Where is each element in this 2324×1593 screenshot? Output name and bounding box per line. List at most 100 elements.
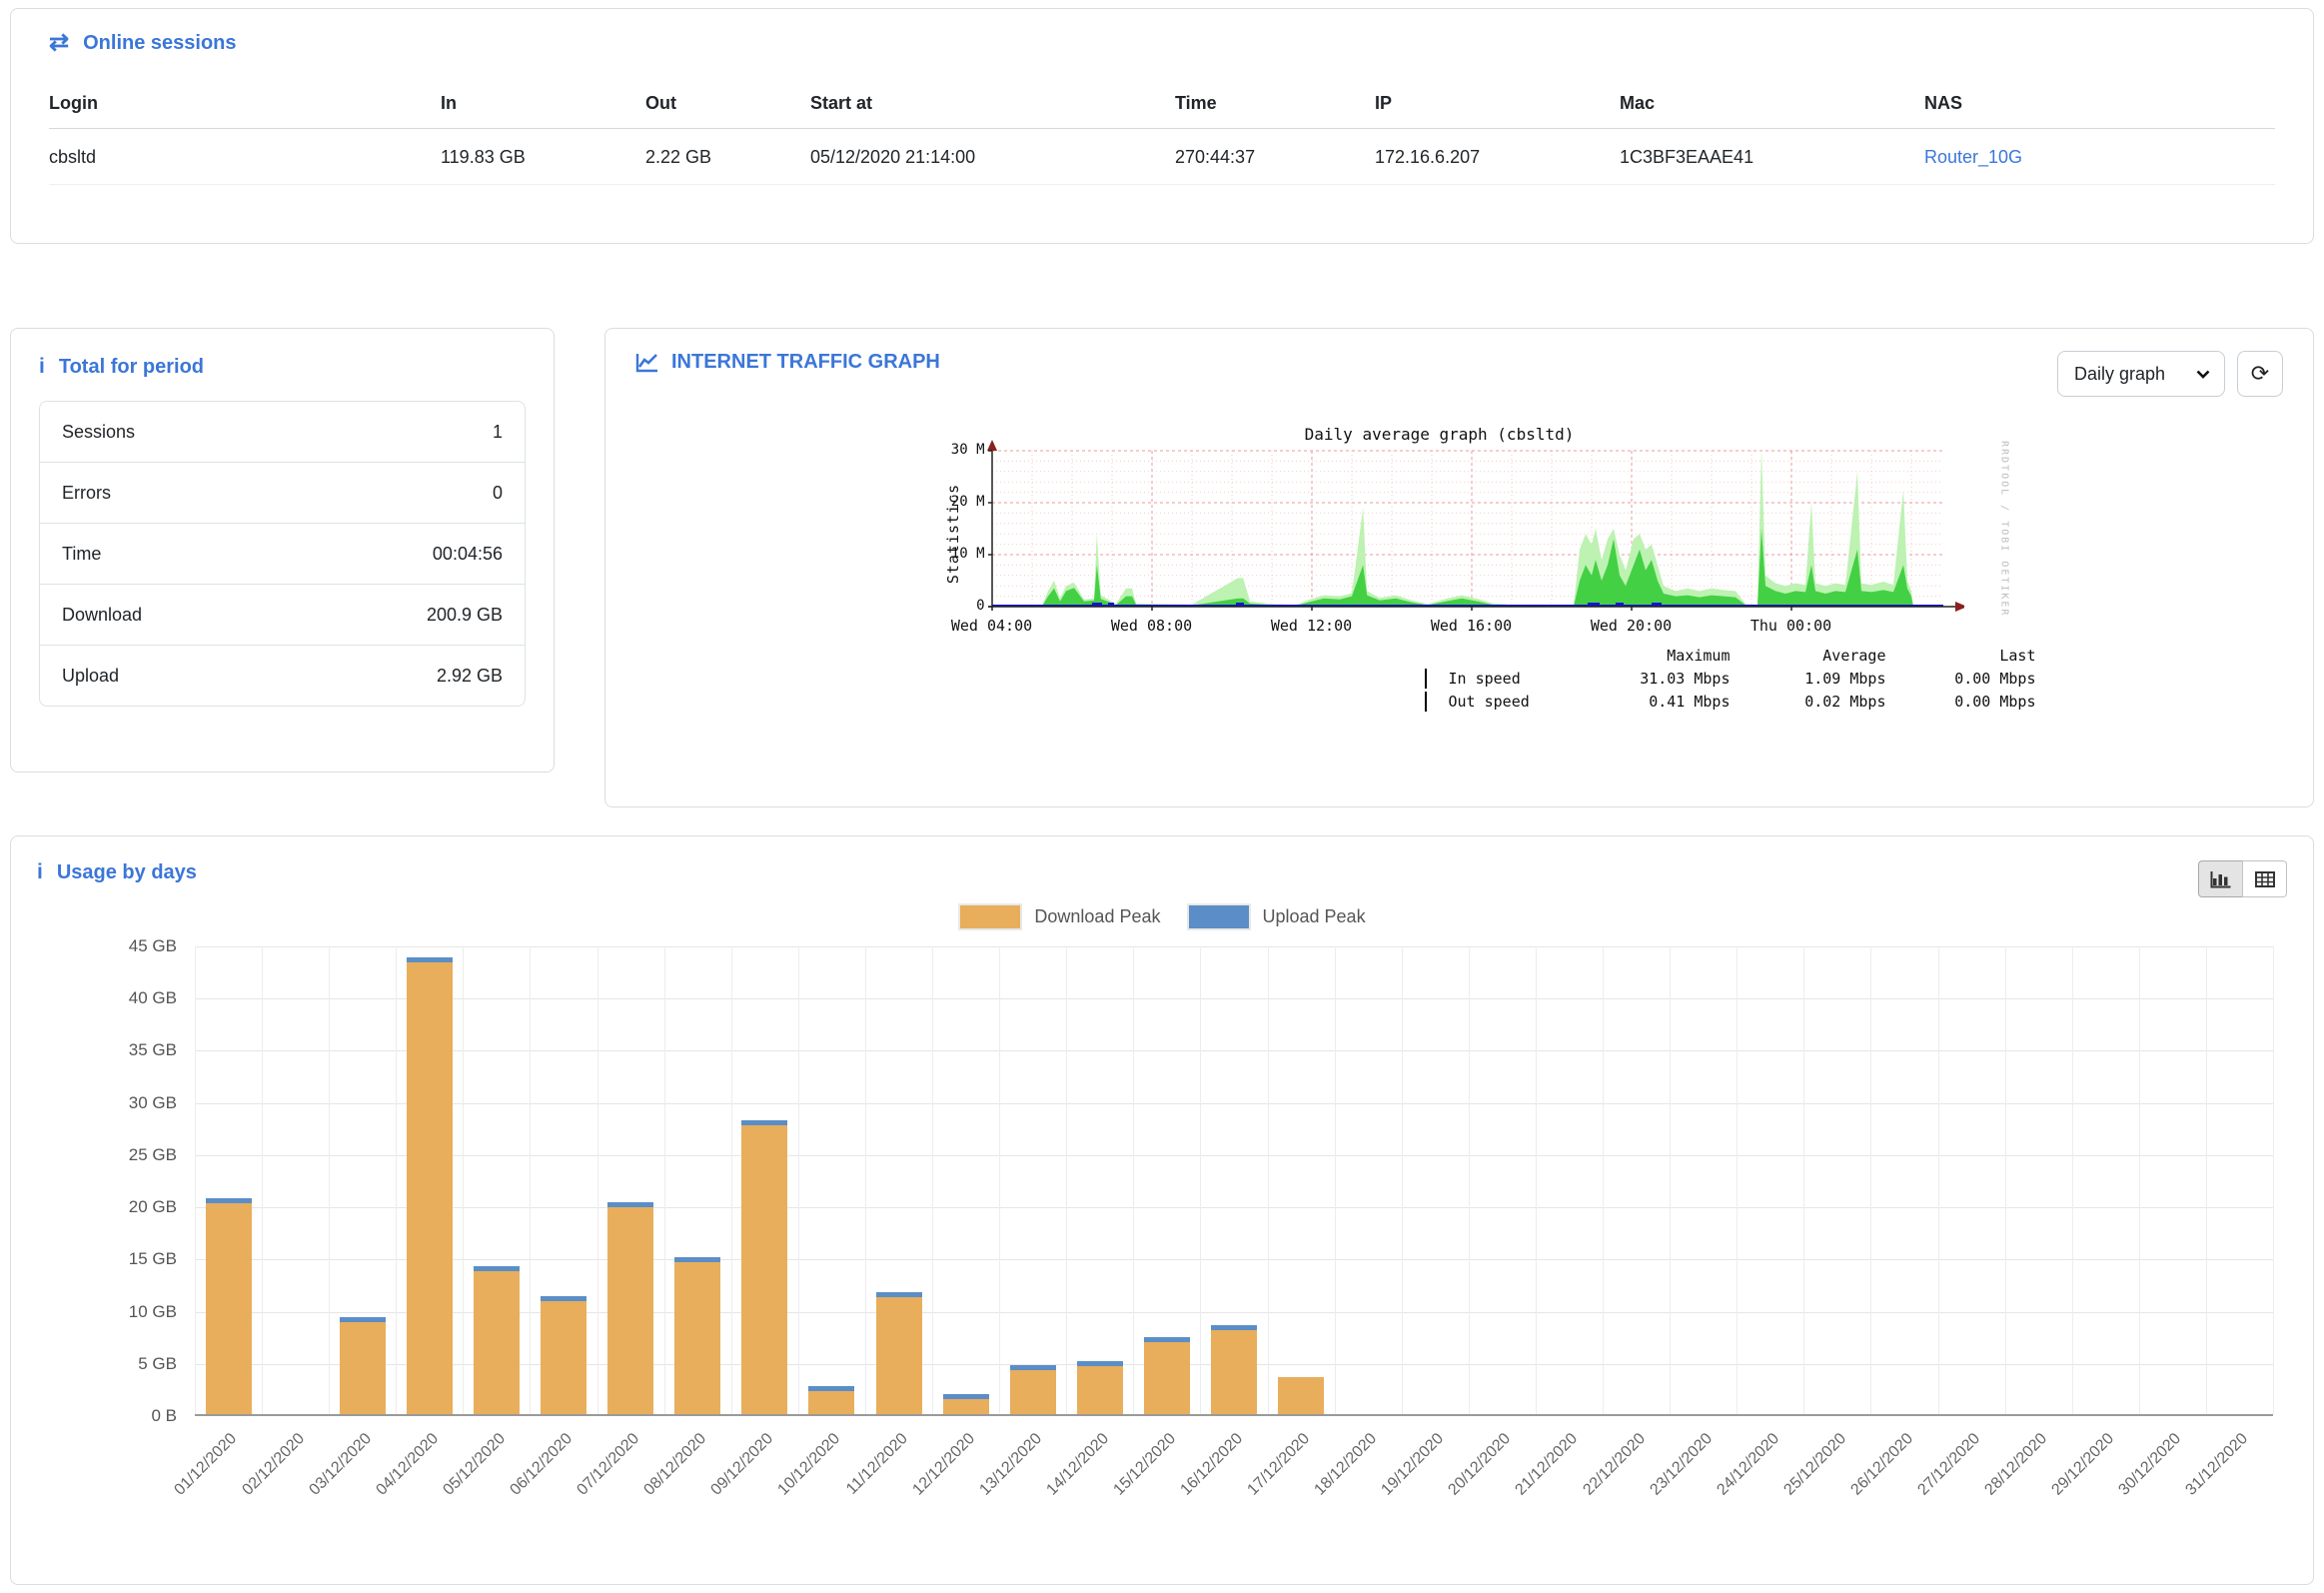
refresh-button[interactable]: ⟳ [2237, 351, 2283, 397]
usage-ytick: 20 GB [37, 1197, 177, 1217]
bar-07/12/2020[interactable] [607, 1202, 653, 1414]
bar-slot: 07/12/2020 [597, 946, 664, 1414]
stat-label: Sessions [62, 422, 135, 443]
cell-in: 119.83 GB [441, 129, 645, 185]
usage-xtick: 25/12/2020 [1780, 1430, 1849, 1499]
bar-15/12/2020[interactable] [1144, 1337, 1190, 1414]
total-for-period-header: i Total for period [39, 355, 526, 379]
total-for-period-title: Total for period [59, 356, 204, 379]
chart-view-button[interactable] [2198, 860, 2243, 897]
mrtg-plot [965, 439, 1964, 625]
legend-out-speed-label: Out speed [1449, 691, 1569, 714]
bar-16/12/2020[interactable] [1211, 1325, 1257, 1414]
bar-13/12/2020[interactable] [1010, 1365, 1056, 1414]
usage-ytick: 5 GB [37, 1354, 177, 1374]
bar-11/12/2020[interactable] [876, 1292, 922, 1414]
bar-03/12/2020[interactable] [340, 1317, 386, 1414]
cell-login: cbsltd [49, 129, 441, 185]
usage-by-days-panel: i Usage by days [10, 835, 2314, 1585]
usage-xtick: 19/12/2020 [1379, 1430, 1448, 1499]
bar-08/12/2020[interactable] [674, 1257, 720, 1414]
download-segment [1010, 1370, 1056, 1414]
cell-mac: 1C3BF3EAAE41 [1620, 129, 1924, 185]
col-start-at: Start at [810, 85, 1175, 129]
bar-slot: 27/12/2020 [1938, 946, 2005, 1414]
upload-peak-swatch [1187, 903, 1251, 930]
stat-row-download: Download 200.9 GB [39, 584, 526, 646]
usage-xtick: 28/12/2020 [1982, 1430, 2051, 1499]
usage-ytick: 10 GB [37, 1302, 177, 1322]
download-segment [943, 1399, 989, 1414]
mrtg-ytick: 10 M [931, 546, 985, 562]
bar-slot: 06/12/2020 [530, 946, 596, 1414]
download-segment [674, 1262, 720, 1414]
bar-slot: 14/12/2020 [1066, 946, 1133, 1414]
out-speed-last: 0.00 Mbps [1886, 691, 2036, 714]
usage-xtick: 21/12/2020 [1513, 1430, 1582, 1499]
upload-peak-label: Upload Peak [1263, 906, 1366, 927]
bar-10/12/2020[interactable] [808, 1386, 854, 1415]
bar-slot: 29/12/2020 [2072, 946, 2139, 1414]
usage-ytick: 30 GB [37, 1093, 177, 1113]
bar-04/12/2020[interactable] [407, 957, 453, 1414]
graph-period-select[interactable]: Daily graph [2057, 351, 2225, 397]
bar-14/12/2020[interactable] [1077, 1361, 1123, 1414]
usage-xtick: 23/12/2020 [1647, 1430, 1716, 1499]
cell-ip: 172.16.6.207 [1375, 129, 1620, 185]
bar-slot: 21/12/2020 [1536, 946, 1603, 1414]
bar-slot: 17/12/2020 [1268, 946, 1335, 1414]
usage-vgrid [2273, 946, 2274, 1414]
bar-slot: 10/12/2020 [798, 946, 865, 1414]
stat-row-sessions: Sessions 1 [39, 401, 526, 463]
bar-06/12/2020[interactable] [541, 1296, 586, 1414]
mrtg-xtick: Thu 00:00 [1750, 617, 1831, 635]
usage-xtick: 07/12/2020 [575, 1430, 643, 1499]
usage-xtick: 10/12/2020 [775, 1430, 844, 1499]
info-icon: i [39, 355, 45, 379]
in-speed-maximum: 31.03 Mbps [1569, 668, 1731, 691]
mrtg-xtick: Wed 20:00 [1591, 617, 1672, 635]
bar-12/12/2020[interactable] [943, 1394, 989, 1414]
usage-ytick: 40 GB [37, 988, 177, 1008]
mrtg-graph: Daily average graph (cbsltd) Statistics … [905, 425, 2014, 740]
bar-slot: 13/12/2020 [999, 946, 1066, 1414]
usage-title-wrap: i Usage by days [37, 860, 197, 884]
col-mac: Mac [1620, 85, 1924, 129]
table-icon [2254, 870, 2276, 888]
bar-17/12/2020[interactable] [1278, 1377, 1324, 1414]
bar-slot: 11/12/2020 [865, 946, 932, 1414]
bar-09/12/2020[interactable] [741, 1120, 787, 1414]
bar-01/12/2020[interactable] [206, 1198, 252, 1414]
usage-xtick: 04/12/2020 [373, 1430, 442, 1499]
nas-link[interactable]: Router_10G [1924, 147, 2022, 167]
bar-slot: 16/12/2020 [1200, 946, 1267, 1414]
view-toggle-group [2198, 860, 2287, 897]
bar-slot: 03/12/2020 [329, 946, 396, 1414]
download-segment [808, 1391, 854, 1415]
internet-traffic-graph-panel: INTERNET TRAFFIC GRAPH Daily graph ⟳ Dai… [604, 328, 2314, 807]
usage-xtick: 02/12/2020 [239, 1430, 308, 1499]
table-view-button[interactable] [2242, 860, 2287, 897]
stat-label: Time [62, 544, 101, 565]
bar-05/12/2020[interactable] [474, 1266, 520, 1414]
bar-slot: 20/12/2020 [1469, 946, 1536, 1414]
usage-title: Usage by days [57, 861, 197, 884]
bar-slot: 01/12/2020 [195, 946, 262, 1414]
bar-slot: 05/12/2020 [463, 946, 530, 1414]
out-speed-maximum: 0.41 Mbps [1569, 691, 1731, 714]
mrtg-svg [965, 439, 1964, 621]
col-login: Login [49, 85, 441, 129]
stat-value: 0 [493, 483, 503, 504]
online-sessions-title: Online sessions [83, 32, 236, 55]
usage-xtick: 17/12/2020 [1244, 1430, 1313, 1499]
stat-value: 200.9 GB [427, 605, 503, 626]
col-in: In [441, 85, 645, 129]
middle-row: i Total for period Sessions 1 Errors 0 T… [10, 328, 2314, 807]
mrtg-xtick: Wed 08:00 [1111, 617, 1192, 635]
download-segment [474, 1271, 520, 1414]
rrdtool-watermark: RRDTOOL / TOBI OETIKER [1999, 441, 2010, 617]
refresh-icon: ⟳ [2251, 361, 2269, 387]
usage-xtick: 01/12/2020 [172, 1430, 241, 1499]
download-peak-swatch [958, 903, 1022, 930]
usage-xtick: 08/12/2020 [641, 1430, 710, 1499]
